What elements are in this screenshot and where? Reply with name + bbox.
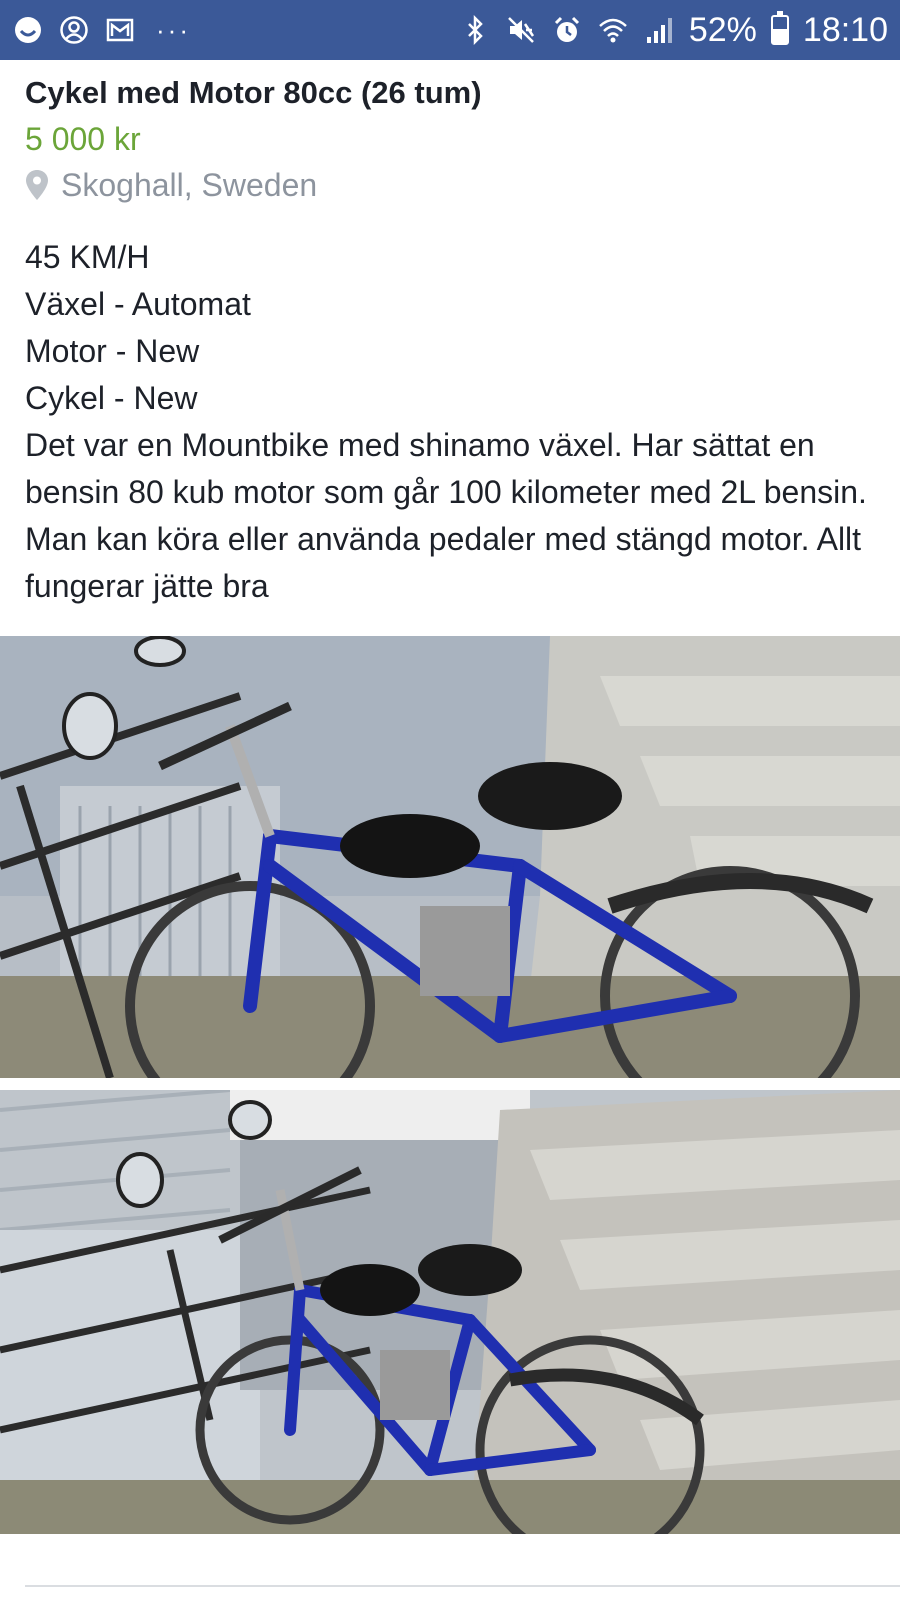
account-icon [58, 14, 90, 46]
listing-title: Cykel med Motor 80cc (26 tum) [25, 75, 482, 110]
mute-icon [505, 14, 537, 46]
wifi-icon [597, 14, 629, 46]
listing-photo-1[interactable] [0, 636, 900, 1078]
bicycle-photo-illustration [0, 1090, 900, 1534]
section-divider [25, 1585, 900, 1587]
description-line: 45 KM/H [25, 239, 150, 275]
bicycle-photo-illustration [0, 636, 900, 1078]
bluetooth-icon [459, 14, 491, 46]
battery-percent: 52% [688, 11, 757, 49]
listing-photo-2[interactable] [0, 1090, 900, 1534]
description-line: Motor - New [25, 333, 200, 369]
mail-icon [104, 14, 136, 46]
description-line: Cykel - New [25, 380, 198, 416]
listing-details: Cykel med Motor 80cc (26 tum) 5 000 kr S… [25, 60, 875, 610]
smiley-icon [12, 14, 44, 46]
listing-price: 5 000 kr [25, 121, 141, 157]
overflow-indicator: ··· [156, 15, 191, 45]
description-line: Växel - Automat [25, 286, 251, 322]
clock-time: 18:10 [802, 11, 888, 49]
listing-location[interactable]: Skoghall, Sweden [25, 166, 875, 204]
status-bar: ··· 52% 18:10 [0, 0, 900, 60]
battery-fill [772, 29, 787, 43]
signal-icon [643, 14, 675, 46]
status-bar-right: 52% 18:10 [459, 11, 888, 49]
battery-icon [770, 11, 789, 45]
description-paragraph: Det var en Mountbike med shinamo växel. … [25, 427, 867, 604]
location-text: Skoghall, Sweden [61, 167, 318, 203]
alarm-icon [551, 14, 583, 46]
listing-description: 45 KM/H Växel - Automat Motor - New Cyke… [25, 234, 875, 610]
status-bar-left: ··· [12, 14, 191, 46]
location-pin-icon [26, 170, 48, 200]
